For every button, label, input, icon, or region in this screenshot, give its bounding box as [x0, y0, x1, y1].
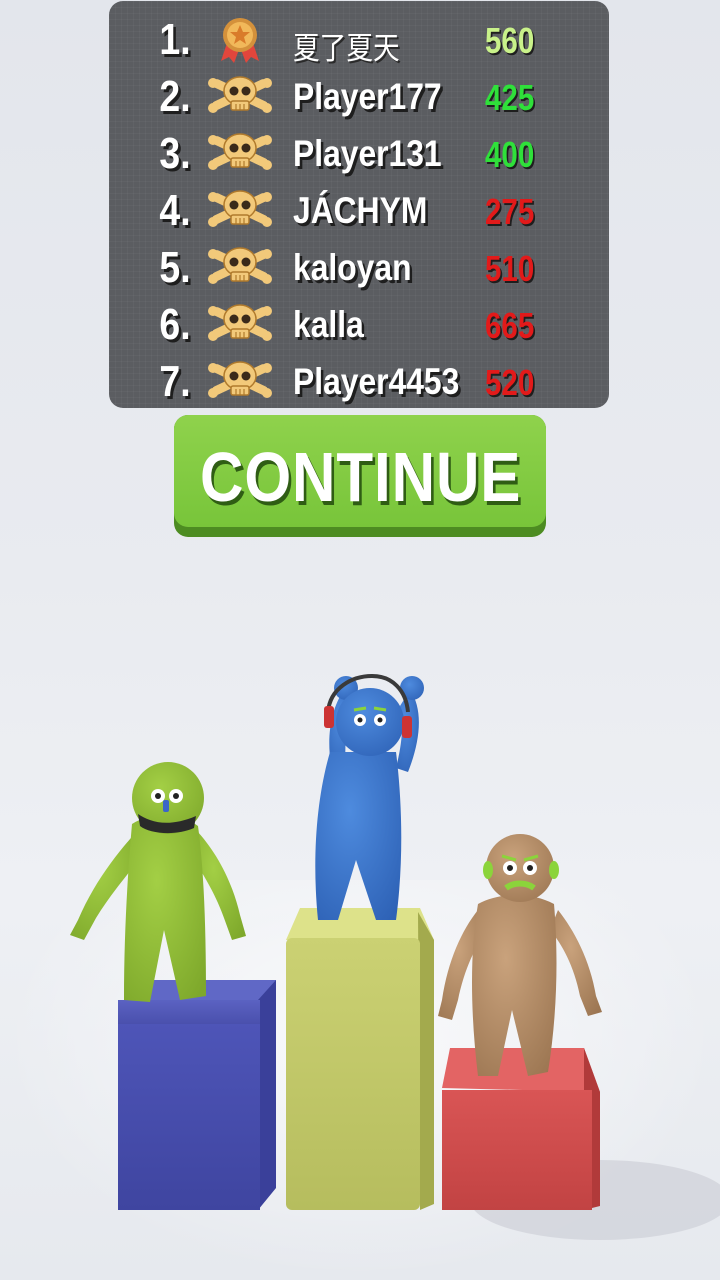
player-name: Player131 — [293, 133, 442, 174]
continue-button-label[interactable]: CONTINUE — [200, 437, 520, 517]
player-score: 665 — [485, 305, 535, 346]
rank-number: 5. — [159, 243, 191, 292]
continue-button-face[interactable]: CONTINUE — [174, 415, 546, 527]
player-score: 275 — [485, 191, 535, 232]
leaderboard-row: 2. Player177 425 — [109, 66, 609, 123]
player-name: Player4453 — [293, 361, 460, 402]
green-character — [70, 762, 246, 1002]
player-score: 510 — [485, 248, 535, 289]
skull-crossbones-icon — [208, 304, 272, 341]
medal-icon — [221, 18, 259, 63]
continue-button[interactable]: CONTINUE — [174, 415, 546, 537]
leaderboard-row: 4. JÁCHYM 275 — [109, 180, 609, 237]
podium-scene — [70, 673, 720, 1240]
rank-number: 1. — [159, 15, 191, 64]
leaderboard-row: 5. kaloyan 510 — [109, 237, 609, 294]
rank-number: 4. — [159, 186, 191, 235]
player-name: Player177 — [293, 76, 442, 117]
leaderboard-row: 7. Player4453 520 — [109, 351, 609, 408]
player-score: 425 — [485, 77, 535, 118]
player-name: kalla — [293, 304, 364, 345]
player-name: JÁCHYM — [293, 190, 428, 231]
skull-crossbones-icon — [208, 190, 272, 227]
leaderboard-row: 3. Player131 400 — [109, 123, 609, 180]
leaderboard-row: 1. 夏了夏天 560 — [109, 9, 609, 66]
podium-second — [118, 980, 276, 1210]
rank-number: 2. — [159, 72, 191, 121]
skull-crossbones-icon — [208, 133, 272, 170]
leaderboard-panel: 1. 夏了夏天 560 2. Player177 425 3. Player13… — [109, 1, 609, 408]
tan-character — [438, 834, 602, 1076]
player-name: kaloyan — [293, 247, 412, 288]
player-score: 520 — [485, 362, 535, 403]
podium-first — [286, 908, 434, 1210]
skull-crossbones-icon — [208, 361, 272, 398]
blue-character — [315, 673, 424, 920]
skull-crossbones-icon — [208, 247, 272, 284]
podium-third — [442, 1048, 600, 1210]
player-name: 夏了夏天 — [293, 31, 400, 66]
rank-number: 6. — [159, 300, 191, 349]
player-score: 400 — [485, 134, 535, 175]
leaderboard-row: 6. kalla 665 — [109, 294, 609, 351]
rank-number: 7. — [159, 357, 191, 406]
skull-crossbones-icon — [208, 76, 272, 113]
rank-number: 3. — [159, 129, 191, 178]
player-score: 560 — [485, 20, 535, 61]
